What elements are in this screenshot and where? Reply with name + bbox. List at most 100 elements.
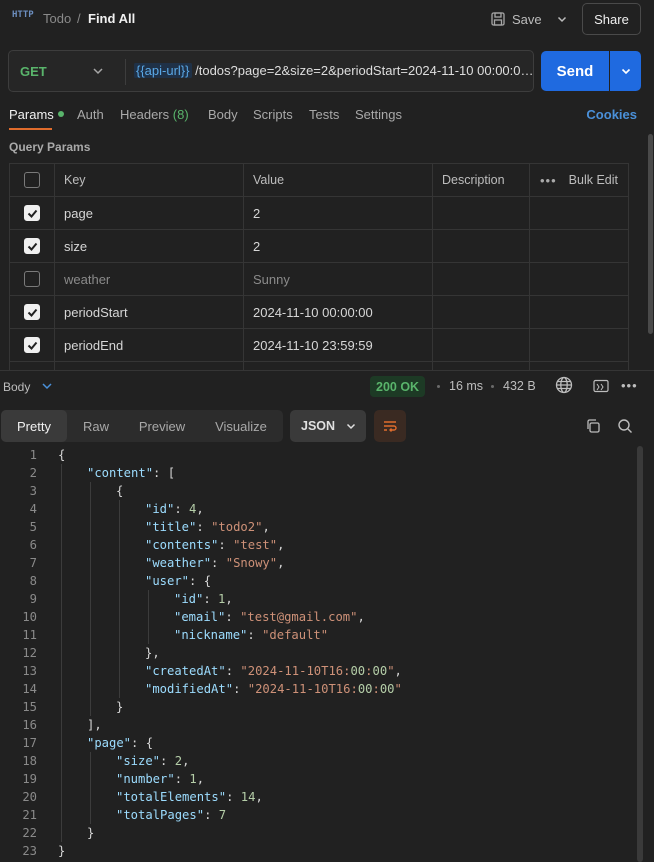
param-key[interactable]: periodEnd bbox=[55, 329, 244, 361]
line-number: 13 bbox=[22, 664, 37, 678]
param-value[interactable]: Sunny bbox=[244, 263, 433, 295]
indent-guide bbox=[119, 662, 120, 680]
more-icon[interactable]: ••• bbox=[621, 378, 638, 393]
send-options-chevron-icon[interactable] bbox=[610, 51, 641, 91]
indent-guide bbox=[90, 698, 91, 716]
method-select[interactable]: GET bbox=[20, 64, 47, 79]
code-text: "modifiedAt": "2024-11-10T16:00:00" bbox=[145, 682, 402, 696]
breadcrumb-collection[interactable]: Todo bbox=[43, 11, 71, 26]
indent-guide bbox=[148, 626, 149, 644]
param-description[interactable] bbox=[433, 263, 530, 295]
param-key[interactable]: size bbox=[55, 230, 244, 262]
pane-divider[interactable] bbox=[0, 370, 654, 371]
param-checkbox[interactable] bbox=[24, 337, 40, 353]
code-line: 12}, bbox=[0, 644, 640, 662]
response-time[interactable]: 16 ms bbox=[449, 379, 483, 393]
indent-guide bbox=[90, 572, 91, 590]
table-row[interactable]: periodEnd 2024-11-10 23:59:59 bbox=[10, 329, 628, 362]
wrap-lines-button[interactable] bbox=[374, 410, 406, 442]
code-text: }, bbox=[145, 646, 160, 660]
table-row[interactable]: weather Sunny bbox=[10, 263, 628, 296]
code-text: } bbox=[58, 844, 66, 858]
tab-scripts[interactable]: Scripts bbox=[253, 107, 293, 122]
code-text: "page": { bbox=[87, 736, 154, 750]
tab-body[interactable]: Body bbox=[208, 107, 238, 122]
table-row[interactable]: page 2 bbox=[10, 197, 628, 230]
chevron-down-icon bbox=[346, 423, 356, 430]
format-select[interactable]: JSON bbox=[290, 410, 366, 442]
param-value[interactable]: 2024-11-10 23:59:59 bbox=[244, 329, 433, 361]
param-key[interactable]: weather bbox=[55, 263, 244, 295]
param-value[interactable]: 2024-11-10 00:00:00 bbox=[244, 296, 433, 328]
method-chevron-down-icon[interactable] bbox=[91, 62, 105, 80]
param-description[interactable] bbox=[433, 296, 530, 328]
line-number: 5 bbox=[29, 520, 37, 534]
response-scrollbar[interactable] bbox=[637, 446, 643, 862]
more-icon[interactable]: ••• bbox=[540, 173, 557, 188]
save-response-icon[interactable] bbox=[593, 379, 609, 393]
body-chevron-down-icon[interactable] bbox=[40, 379, 54, 393]
select-all-checkbox[interactable] bbox=[24, 172, 40, 188]
tab-pretty[interactable]: Pretty bbox=[1, 410, 67, 442]
indent-guide bbox=[61, 680, 62, 698]
code-line: 3{ bbox=[0, 482, 640, 500]
line-number: 8 bbox=[29, 574, 37, 588]
tab-params[interactable]: Params bbox=[9, 107, 64, 122]
tab-settings[interactable]: Settings bbox=[355, 107, 402, 122]
bulk-edit-button[interactable]: ••• Bulk Edit bbox=[530, 164, 630, 196]
url-path: /todos?page=2&size=2&periodStart=2024-11… bbox=[195, 63, 532, 78]
status-badge[interactable]: 200 OK bbox=[370, 376, 426, 397]
url-divider bbox=[125, 59, 126, 85]
param-description[interactable] bbox=[433, 230, 530, 262]
tab-tests[interactable]: Tests bbox=[309, 107, 339, 122]
url-input[interactable]: {{api-url}} /todos?page=2&size=2&periodS… bbox=[134, 63, 532, 78]
response-size[interactable]: 432 B bbox=[503, 379, 536, 393]
table-row[interactable] bbox=[10, 362, 628, 370]
search-icon[interactable] bbox=[617, 418, 633, 434]
code-text: "email": "test@gmail.com", bbox=[174, 610, 365, 624]
line-number: 17 bbox=[22, 736, 37, 750]
params-scrollbar[interactable] bbox=[648, 134, 653, 334]
code-text: "nickname": "default" bbox=[174, 628, 329, 642]
share-button[interactable]: Share bbox=[582, 3, 641, 35]
param-description[interactable] bbox=[433, 362, 530, 370]
line-number: 16 bbox=[22, 718, 37, 732]
save-button[interactable]: Save bbox=[490, 6, 542, 32]
line-number: 3 bbox=[29, 484, 37, 498]
line-number: 1 bbox=[29, 448, 37, 462]
tab-preview[interactable]: Preview bbox=[125, 410, 199, 442]
param-description[interactable] bbox=[433, 329, 530, 361]
line-number: 19 bbox=[22, 772, 37, 786]
table-row[interactable]: size 2 bbox=[10, 230, 628, 263]
response-body-label[interactable]: Body bbox=[3, 380, 30, 394]
row-check-cell bbox=[10, 296, 55, 328]
code-text: { bbox=[58, 448, 66, 462]
param-key[interactable]: periodStart bbox=[55, 296, 244, 328]
cookies-link[interactable]: Cookies bbox=[586, 107, 637, 122]
tab-visualize[interactable]: Visualize bbox=[199, 410, 283, 442]
copy-icon[interactable] bbox=[585, 418, 601, 434]
tab-raw[interactable]: Raw bbox=[67, 410, 125, 442]
save-options-chevron-icon[interactable] bbox=[551, 8, 573, 30]
param-checkbox[interactable] bbox=[24, 205, 40, 221]
param-checkbox[interactable] bbox=[24, 304, 40, 320]
param-value[interactable]: 2 bbox=[244, 197, 433, 229]
param-description[interactable] bbox=[433, 197, 530, 229]
indent-guide bbox=[61, 590, 62, 608]
request-name[interactable]: Find All bbox=[88, 11, 135, 26]
response-body-editor[interactable]: 1{2 "content": [3{4 "id": 4, 5 "title": "tod… bbox=[0, 446, 640, 860]
code-line: 14 "modifiedAt": "2024-11-10T16:00:00" bbox=[0, 680, 640, 698]
globe-icon[interactable] bbox=[555, 376, 573, 394]
param-checkbox[interactable] bbox=[24, 238, 40, 254]
param-key[interactable]: page bbox=[55, 197, 244, 229]
url-variable[interactable]: {{api-url}} bbox=[134, 63, 192, 78]
param-key[interactable] bbox=[55, 362, 244, 370]
table-row[interactable]: periodStart 2024-11-10 00:00:00 bbox=[10, 296, 628, 329]
tab-auth[interactable]: Auth bbox=[77, 107, 104, 122]
tab-headers[interactable]: Headers (8) bbox=[120, 107, 189, 122]
query-params-table: Key Value Description ••• Bulk Edit page 2… bbox=[9, 163, 629, 370]
param-checkbox[interactable] bbox=[24, 271, 40, 287]
send-button[interactable]: Send bbox=[541, 51, 609, 91]
param-value[interactable]: 2 bbox=[244, 230, 433, 262]
param-value[interactable] bbox=[244, 362, 433, 370]
